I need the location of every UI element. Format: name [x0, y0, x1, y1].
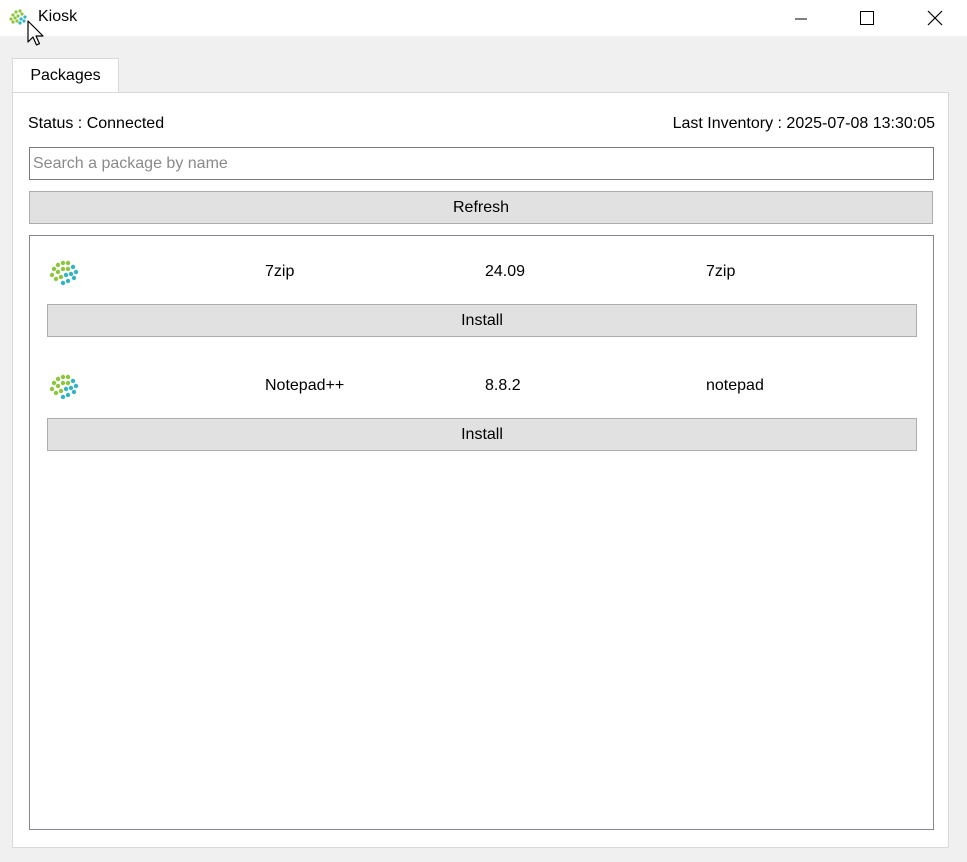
install-button[interactable]: Install	[47, 304, 917, 337]
tab-packages[interactable]: Packages	[12, 58, 119, 93]
package-id: 7zip	[706, 263, 736, 280]
title-bar: Kiosk	[0, 0, 967, 36]
tab-label: Packages	[30, 67, 101, 84]
package-name: 7zip	[265, 263, 295, 280]
app-logo-icon	[9, 9, 27, 25]
maximize-icon	[860, 11, 874, 25]
package-list[interactable]: 7zip 24.09 7zip Install Notepad++ 8.8.2 …	[29, 235, 934, 830]
package-id: notepad	[706, 377, 764, 394]
maximize-button[interactable]	[844, 0, 890, 36]
connection-status: Status : Connected	[28, 115, 165, 132]
minimize-button[interactable]	[778, 0, 824, 36]
package-name: Notepad++	[265, 377, 345, 394]
refresh-button[interactable]: Refresh	[29, 191, 933, 224]
install-button[interactable]: Install	[47, 418, 917, 451]
search-input[interactable]	[29, 147, 934, 180]
package-logo-icon	[49, 374, 79, 400]
close-icon	[927, 10, 943, 26]
package-version: 24.09	[485, 263, 526, 280]
mouse-cursor-icon	[27, 20, 44, 46]
package-version: 8.8.2	[485, 377, 521, 394]
packages-panel: Status : Connected Last Inventory : 2025…	[12, 92, 949, 848]
last-inventory: Last Inventory : 2025-07-08 13:30:05	[672, 115, 935, 132]
close-button[interactable]	[912, 0, 958, 36]
minimize-icon	[795, 18, 807, 20]
package-logo-icon	[49, 260, 79, 286]
